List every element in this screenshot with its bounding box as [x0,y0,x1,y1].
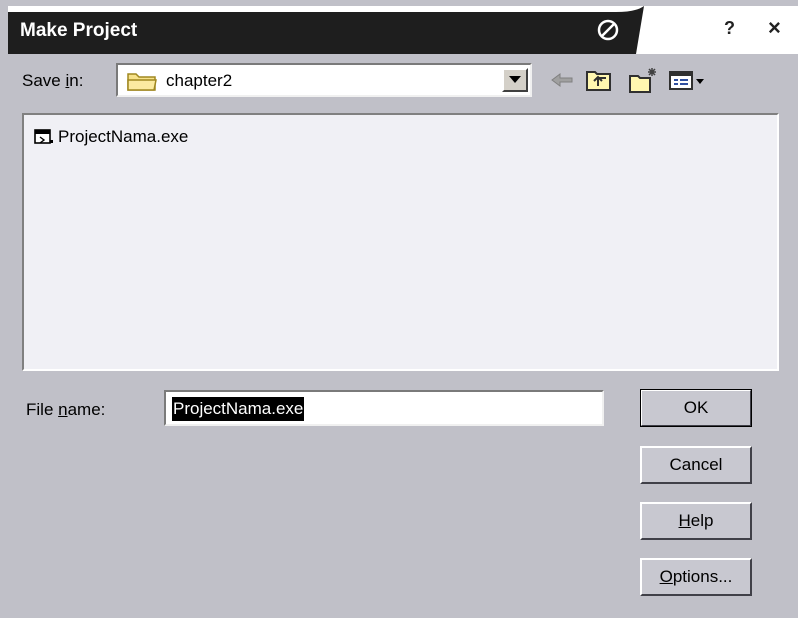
title-bar[interactable]: Make Project ? × [8,6,798,54]
back-arrow-icon[interactable] [548,66,578,94]
create-new-folder-icon[interactable] [628,66,658,94]
save-in-label: Save in: [22,71,84,90]
up-one-level-icon[interactable] [584,66,614,94]
make-project-dialog: Make Project ? × Save in: chapter2 Proje… [0,0,798,618]
chevron-down-icon [509,76,521,83]
options-button[interactable]: Options... [640,558,752,596]
help-title-button[interactable]: ? [724,18,735,39]
no-entry-icon [597,19,619,41]
folder-icon [127,73,157,91]
file-list[interactable]: ProjectNama.exe [22,113,779,371]
project-file-icon [34,129,53,144]
file-name-selected-text: ProjectNama.exe [172,397,305,421]
save-in-dropdown[interactable]: chapter2 [116,63,532,97]
file-name-input[interactable]: ProjectNama.exe [164,390,604,426]
cancel-button[interactable]: Cancel [640,446,752,484]
list-item[interactable]: ProjectNama.exe [34,125,234,149]
help-button[interactable]: Help [640,502,752,540]
save-in-folder: chapter2 [166,71,233,90]
file-name-label: ProjectNama.exe [58,127,189,146]
view-menu-icon[interactable] [668,66,708,94]
dropdown-arrow-button[interactable] [502,68,528,92]
close-button[interactable]: × [768,15,781,41]
ok-button[interactable]: OK [640,389,752,427]
file-name-label: File name: [26,400,106,419]
window-title: Make Project [20,20,138,41]
